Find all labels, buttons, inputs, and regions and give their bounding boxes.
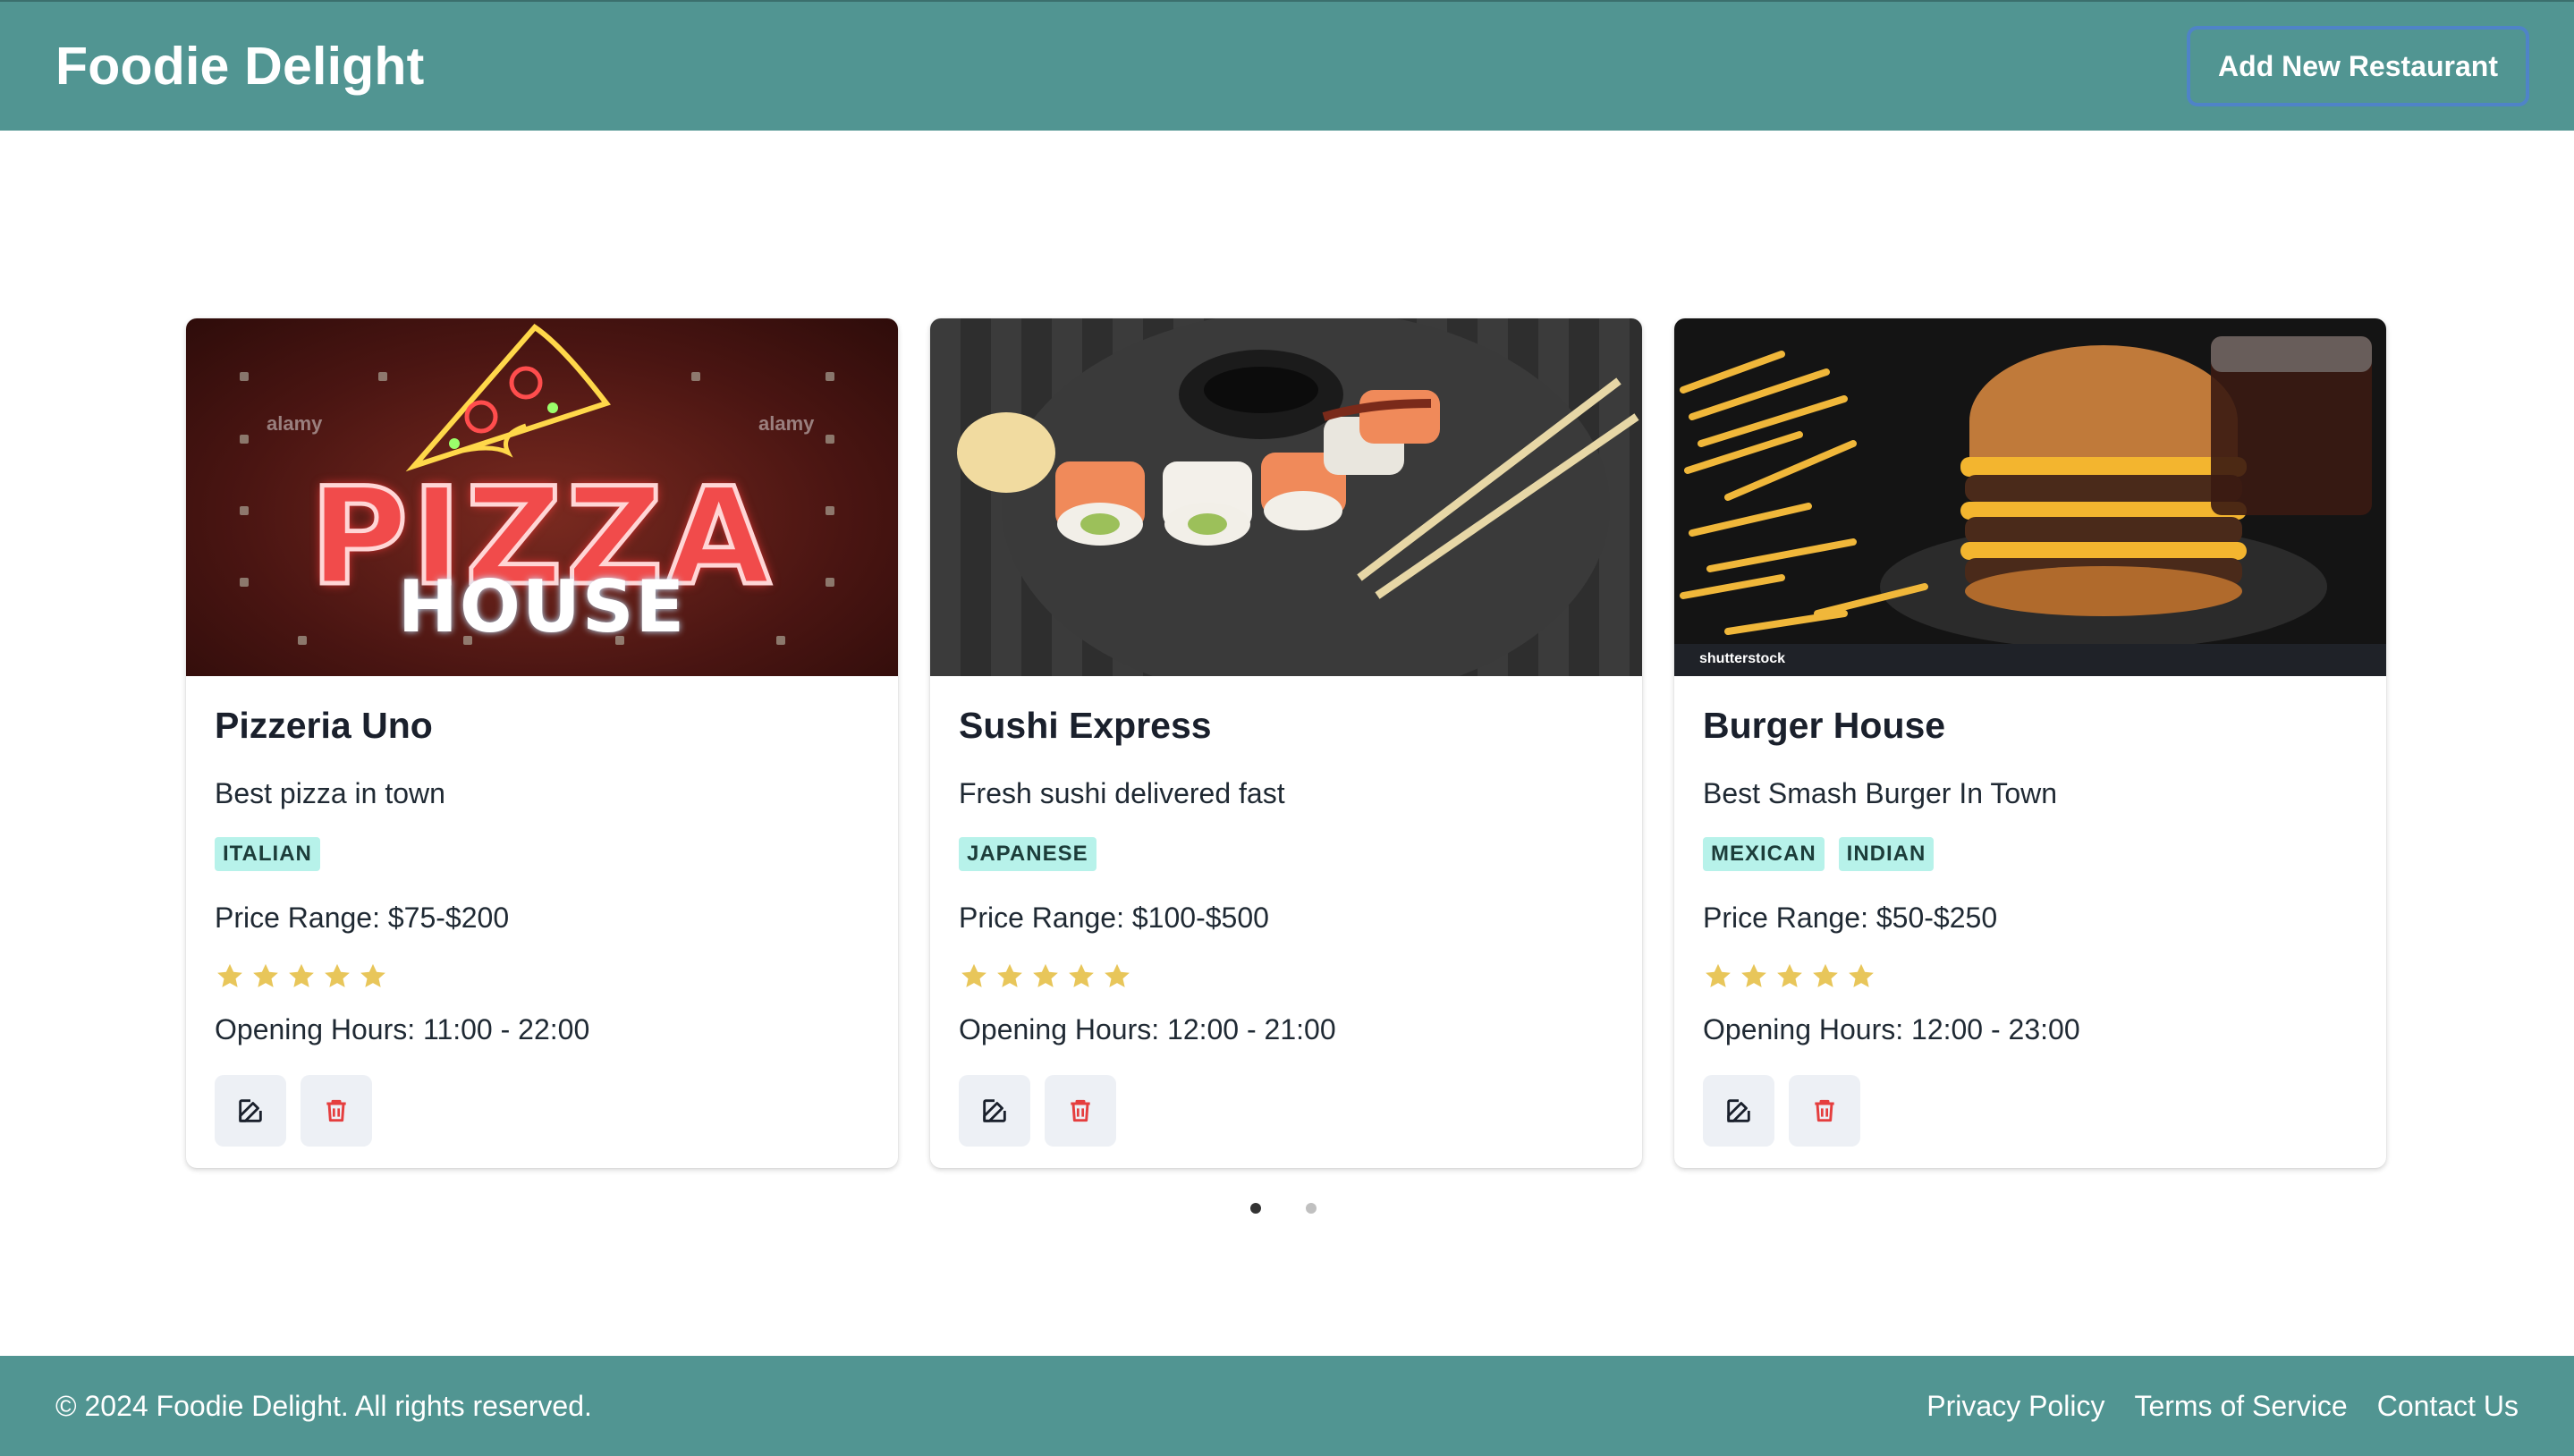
price-range: Price Range: $75-$200	[215, 902, 510, 934]
trash-icon	[326, 1099, 346, 1122]
card-actions	[215, 1075, 869, 1147]
restaurant-name: Burger House	[1703, 705, 1946, 746]
edit-icon	[1727, 1099, 1750, 1122]
delete-button[interactable]	[1045, 1075, 1116, 1147]
restaurant-name: Pizzeria Uno	[215, 705, 433, 746]
restaurant-name: Sushi Express	[959, 705, 1212, 746]
restaurant-description: Fresh sushi delivered fast	[959, 777, 1285, 809]
cuisine-tag: ITALIAN	[215, 837, 320, 871]
edit-button[interactable]	[959, 1075, 1030, 1147]
brand-title: Foodie Delight	[55, 37, 425, 96]
trash-icon	[1071, 1099, 1090, 1122]
cuisine-tags: MEXICAN INDIAN	[1703, 837, 2358, 871]
contact-us-link[interactable]: Contact Us	[2377, 1390, 2519, 1423]
opening-hours: Opening Hours: 12:00 - 21:00	[959, 1013, 1336, 1045]
sushi-plate-image	[957, 318, 1639, 676]
star-icon	[325, 963, 350, 987]
delete-button[interactable]	[301, 1075, 372, 1147]
cuisine-tags: ITALIAN	[215, 837, 869, 871]
trash-icon	[1815, 1099, 1834, 1122]
star-icon	[289, 963, 314, 987]
privacy-policy-link[interactable]: Privacy Policy	[1926, 1390, 2104, 1423]
restaurant-image: shutterstock	[1674, 318, 2386, 676]
edit-button[interactable]	[1703, 1075, 1774, 1147]
star-icon	[1741, 963, 1766, 987]
star-icon	[217, 963, 242, 987]
star-icon	[997, 963, 1022, 987]
star-icon	[1777, 963, 1802, 987]
restaurant-description: Best Smash Burger In Town	[1703, 777, 2058, 809]
cuisine-tags: JAPANESE	[959, 837, 1613, 871]
footer-links: Privacy Policy Terms of Service Contact …	[1926, 1390, 2519, 1423]
pagination-dot[interactable]	[1306, 1203, 1317, 1214]
restaurant-card: alamy alamy PIZZA HOUSE Pizzeria Uno Bes…	[186, 318, 898, 1168]
star-icon	[961, 963, 986, 987]
rating-stars	[215, 961, 869, 992]
card-actions	[959, 1075, 1613, 1147]
add-restaurant-button[interactable]: Add New Restaurant	[2187, 26, 2529, 106]
image-subtitle: HOUSE	[397, 565, 687, 648]
star-icon	[1033, 963, 1058, 987]
card-actions	[1703, 1075, 2358, 1147]
price-range: Price Range: $100-$500	[959, 902, 1269, 934]
star-icon	[1105, 963, 1130, 987]
burger-image	[1680, 336, 2372, 649]
carousel-pagination	[1250, 1203, 1317, 1214]
watermark-text: alamy	[758, 412, 815, 435]
star-icon	[1849, 963, 1874, 987]
app-footer: © 2024 Foodie Delight. All rights reserv…	[0, 1356, 2574, 1456]
image-watermark-bar: shutterstock	[1674, 644, 2386, 676]
restaurant-carousel: alamy alamy PIZZA HOUSE Pizzeria Uno Bes…	[186, 318, 2386, 1168]
watermark-text: shutterstock	[1699, 651, 1786, 666]
restaurant-image	[930, 318, 1642, 676]
edit-icon	[239, 1099, 262, 1122]
star-icon	[1706, 963, 1731, 987]
rating-stars	[1703, 961, 2358, 992]
opening-hours: Opening Hours: 12:00 - 23:00	[1703, 1013, 2080, 1045]
edit-icon	[983, 1099, 1006, 1122]
app-header: Foodie Delight Add New Restaurant	[0, 0, 2574, 131]
restaurant-image: alamy alamy PIZZA HOUSE	[186, 318, 898, 676]
star-icon	[253, 963, 278, 987]
cuisine-tag: INDIAN	[1838, 837, 1935, 871]
star-icon	[1069, 963, 1094, 987]
star-icon	[360, 963, 385, 987]
opening-hours: Opening Hours: 11:00 - 22:00	[215, 1013, 590, 1045]
restaurant-card: shutterstock Burger House Best Smash Bur…	[1674, 318, 2386, 1168]
rating-stars	[959, 961, 1613, 992]
edit-button[interactable]	[215, 1075, 286, 1147]
pagination-dot[interactable]	[1250, 1203, 1261, 1214]
star-icon	[1813, 963, 1838, 987]
restaurant-card: Sushi Express Fresh sushi delivered fast…	[930, 318, 1642, 1168]
terms-of-service-link[interactable]: Terms of Service	[2134, 1390, 2347, 1423]
copyright-text: © 2024 Foodie Delight. All rights reserv…	[55, 1389, 592, 1422]
delete-button[interactable]	[1789, 1075, 1860, 1147]
page: Foodie Delight Add New Restaurant alamy …	[0, 0, 2574, 1456]
cuisine-tag: JAPANESE	[959, 837, 1096, 871]
price-range: Price Range: $50-$250	[1703, 902, 1998, 934]
watermark-text: alamy	[267, 412, 323, 435]
cuisine-tag: MEXICAN	[1703, 837, 1825, 871]
restaurant-description: Best pizza in town	[215, 777, 445, 809]
